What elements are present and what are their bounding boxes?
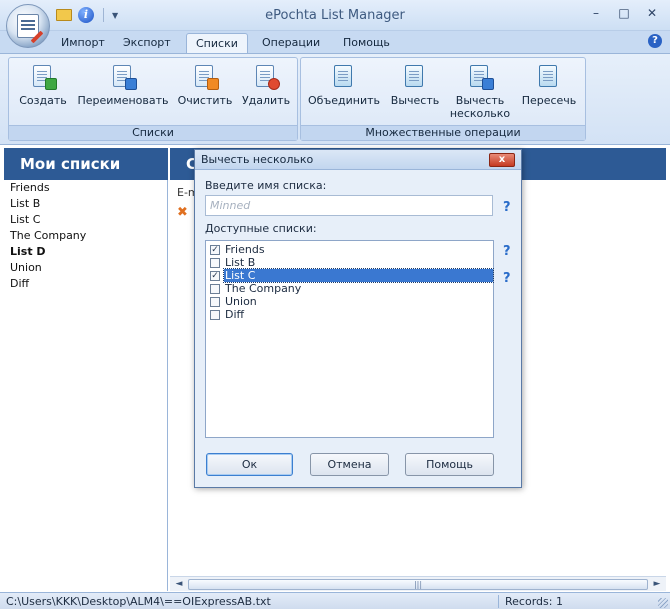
ok-button[interactable]: Ок	[206, 453, 293, 476]
dialog-list-item-union[interactable]: Union	[206, 295, 493, 308]
list-item-the-company[interactable]: The Company	[4, 228, 167, 244]
resize-grip-icon[interactable]	[658, 598, 668, 608]
dialog-title: Вычесть несколько	[201, 153, 314, 166]
list-item-list-b[interactable]: List B	[4, 196, 167, 212]
ribbon-group-lists-label: Списки	[9, 125, 297, 140]
tab-operations[interactable]: Операции	[253, 33, 329, 53]
dialog-list-item-label: Union	[225, 295, 257, 308]
title-bar: i ▼ ePochta List Manager – □ ✕	[0, 0, 670, 48]
status-file-path: C:\Users\KKK\Desktop\ALM4\==OIExpressAB.…	[6, 595, 271, 608]
list-subtract-multiple-icon	[466, 64, 494, 90]
list-subtract-icon	[401, 64, 429, 90]
help-button[interactable]: Помощь	[405, 453, 494, 476]
available-lists: ✓ Friends List B ✓ List C The Company Un…	[205, 240, 494, 438]
tab-lists[interactable]: Списки	[186, 33, 248, 53]
ribbon-group-lists: Создать Переименовать Очистить Удалить С…	[8, 57, 298, 141]
dialog-title-bar: Вычесть несколько x	[195, 150, 521, 170]
delete-list-button[interactable]: Удалить	[237, 64, 295, 107]
checkbox-unchecked[interactable]	[210, 310, 220, 320]
dialog-close-button[interactable]: x	[489, 153, 515, 167]
checkbox-checked[interactable]: ✓	[210, 271, 220, 281]
list-item-list-d[interactable]: List D	[4, 244, 167, 260]
list-clear-icon	[191, 64, 219, 90]
cancel-button[interactable]: Отмена	[310, 453, 389, 476]
tab-export[interactable]: Экспорт	[114, 33, 180, 53]
merge-label: Объединить	[308, 94, 380, 107]
scroll-left-icon[interactable]: ◄	[172, 578, 186, 591]
tab-help[interactable]: Помощь	[334, 33, 399, 53]
checkbox-checked[interactable]: ✓	[210, 245, 220, 255]
subtract-multiple-dialog: Вычесть несколько x Введите имя списка: …	[194, 149, 522, 488]
window-controls: – □ ✕	[582, 4, 666, 24]
dialog-list-item-diff[interactable]: Diff	[206, 308, 493, 321]
subtract-multiple-button[interactable]: Вычесть несколько	[447, 64, 513, 120]
dialog-list-item-list-b[interactable]: List B	[206, 256, 493, 269]
dialog-list-item-the-company[interactable]: The Company	[206, 282, 493, 295]
ribbon-group-multi-ops-label: Множественные операции	[301, 125, 585, 140]
available-lists-label: Доступные списки:	[205, 222, 317, 235]
status-bar: C:\Users\KKK\Desktop\ALM4\==OIExpressAB.…	[0, 592, 670, 609]
status-divider	[498, 595, 499, 608]
list-delete-icon	[252, 64, 280, 90]
create-list-button[interactable]: Создать	[15, 64, 71, 107]
subtract-multiple-label-line2: несколько	[449, 107, 511, 120]
rename-list-label: Переименовать	[77, 94, 169, 107]
dialog-list-item-label: The Company	[225, 282, 302, 295]
subtract-multiple-label-line1: Вычесть	[455, 94, 505, 107]
list-item-union[interactable]: Union	[4, 260, 167, 276]
app-menu-button[interactable]	[6, 4, 50, 48]
checkbox-unchecked[interactable]	[210, 258, 220, 268]
dialog-list-item-label: List C	[223, 268, 494, 283]
list-rename-icon	[109, 64, 137, 90]
scroll-right-icon[interactable]: ►	[650, 578, 664, 591]
maximize-button[interactable]: □	[610, 4, 638, 24]
lists-help-icon[interactable]: ?	[503, 244, 511, 259]
list-item-diff[interactable]: Diff	[4, 276, 167, 292]
list-merge-icon	[330, 64, 358, 90]
clear-list-button[interactable]: Очистить	[175, 64, 235, 107]
dialog-list-item-list-c[interactable]: ✓ List C	[206, 268, 494, 283]
list-name-input[interactable]	[205, 195, 493, 216]
my-lists: Friends List B List C The Company List D…	[4, 180, 168, 591]
list-item-friends[interactable]: Friends	[4, 180, 167, 196]
subtract-button[interactable]: Вычесть	[387, 64, 443, 107]
dialog-list-item-friends[interactable]: ✓ Friends	[206, 243, 493, 256]
list-item-list-c[interactable]: List C	[4, 212, 167, 228]
dialog-list-item-label: Friends	[225, 243, 265, 256]
create-list-label: Создать	[19, 94, 67, 107]
horizontal-scrollbar[interactable]: ◄ ||| ►	[170, 576, 666, 591]
tab-import[interactable]: Импорт	[52, 33, 114, 53]
checkbox-unchecked[interactable]	[210, 297, 220, 307]
my-lists-header: Мои списки	[4, 148, 168, 180]
app-title: ePochta List Manager	[265, 8, 405, 23]
delete-list-label: Удалить	[241, 94, 291, 107]
list-intersect-icon	[535, 64, 563, 90]
app-logo-icon	[17, 14, 39, 38]
list-add-icon	[29, 64, 57, 90]
subtract-label: Вычесть	[390, 94, 440, 107]
ribbon-tabs: Импорт Экспорт Списки Операции Помощь ?	[0, 31, 670, 53]
intersect-button[interactable]: Пересечь	[517, 64, 581, 107]
name-help-icon[interactable]: ?	[503, 200, 511, 215]
remove-icon[interactable]: ✖	[177, 205, 188, 220]
clear-list-label: Очистить	[177, 94, 233, 107]
list-name-label: Введите имя списка:	[205, 179, 327, 192]
ribbon: Создать Переименовать Очистить Удалить С…	[0, 53, 670, 145]
ribbon-group-multi-ops: Объединить Вычесть Вычесть несколько Пер…	[300, 57, 586, 141]
minimize-button[interactable]: –	[582, 4, 610, 24]
rename-list-button[interactable]: Переименовать	[75, 64, 171, 107]
intersect-label: Пересечь	[521, 94, 577, 107]
checkbox-unchecked[interactable]	[210, 284, 220, 294]
scrollbar-thumb[interactable]: |||	[188, 579, 648, 590]
status-records: Records: 1	[505, 595, 563, 608]
dialog-list-item-label: List B	[225, 256, 256, 269]
close-button[interactable]: ✕	[638, 4, 666, 24]
selection-help-icon[interactable]: ?	[503, 271, 511, 286]
help-icon[interactable]: ?	[648, 34, 662, 48]
dialog-list-item-label: Diff	[225, 308, 245, 321]
merge-button[interactable]: Объединить	[307, 64, 381, 107]
